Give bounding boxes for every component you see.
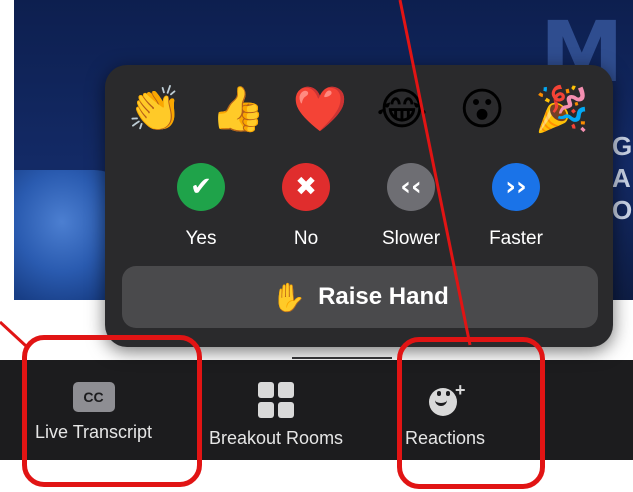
annotation-line-transcript — [0, 320, 28, 348]
annotation-box-live-transcript — [22, 335, 202, 487]
screenshot: M G A OF CC Live Transcript Breakout Roo… — [0, 0, 633, 492]
annotation-box-reactions — [397, 337, 545, 489]
annotation-line-reactions — [398, 0, 472, 346]
